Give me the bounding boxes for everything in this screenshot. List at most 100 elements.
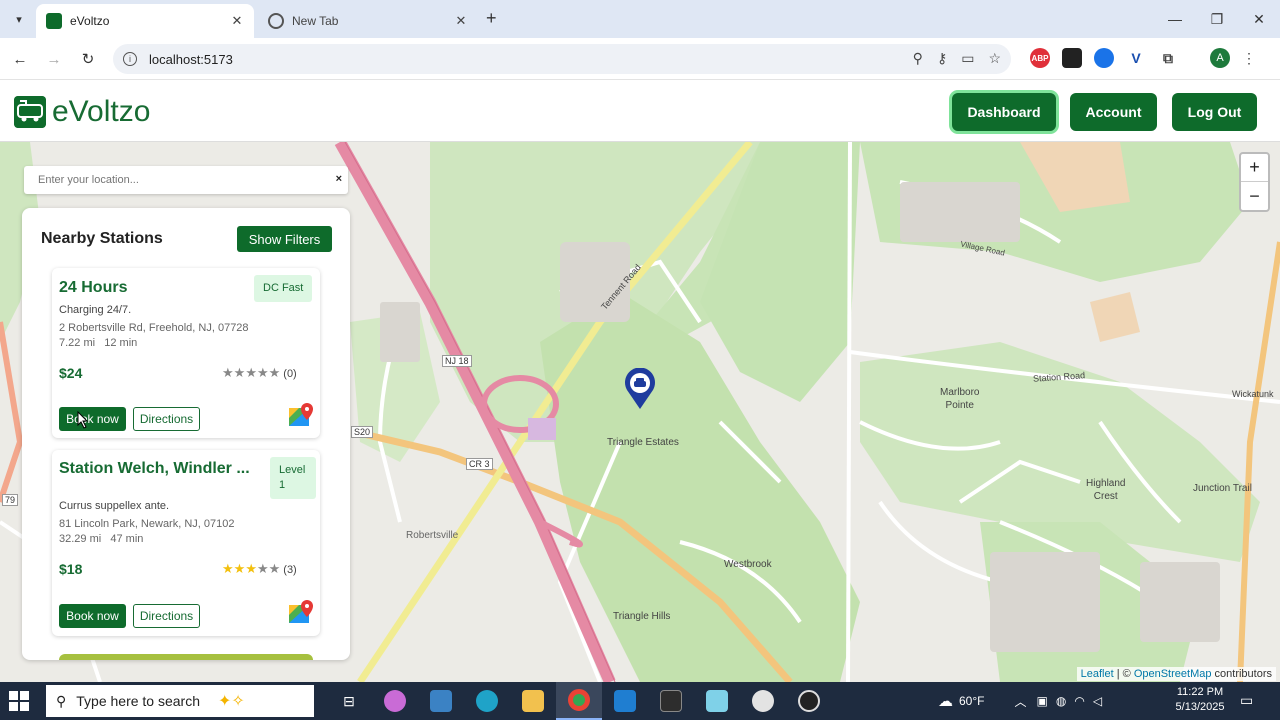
search-icon: ⚲	[56, 692, 67, 709]
forward-arrow-icon[interactable]: →	[44, 49, 64, 69]
chrome-icon[interactable]	[556, 682, 602, 720]
copilot-icon[interactable]	[372, 682, 418, 720]
location-search-input[interactable]	[38, 174, 318, 186]
osm-link[interactable]: OpenStreetMap	[1134, 668, 1212, 680]
network-wifi-icon[interactable]: ◠	[1074, 694, 1084, 708]
minimize-icon[interactable]: —	[1154, 0, 1196, 38]
tray-app-icon[interactable]: ▣	[1037, 694, 1048, 708]
taskbar-apps: ⊟	[326, 682, 832, 720]
station-description: Charging 24/7.	[59, 304, 132, 316]
site-info-icon[interactable]: i	[123, 52, 137, 66]
book-now-button[interactable]: Book now	[59, 407, 126, 431]
clear-search-icon[interactable]: ×	[336, 173, 342, 185]
volume-icon[interactable]: ◁	[1093, 694, 1102, 708]
directions-button[interactable]: Directions	[133, 604, 200, 628]
recorder-icon[interactable]	[786, 682, 832, 720]
zoom-out-button[interactable]: −	[1241, 182, 1268, 210]
tab-evoltzo[interactable]: eVoltzo ✕	[36, 4, 254, 38]
adblock-extension-icon[interactable]: ABP	[1030, 48, 1050, 68]
windows-start-icon[interactable]	[8, 690, 30, 712]
restore-icon[interactable]: ❐	[1196, 0, 1238, 38]
account-button[interactable]: Account	[1070, 93, 1157, 131]
station-marker-icon[interactable]	[623, 368, 657, 410]
weather-temp[interactable]: 60°F	[959, 694, 984, 708]
location-pin-icon[interactable]: ⚲	[913, 50, 923, 67]
search-highlight-icon: ✦✧	[218, 693, 245, 710]
browser-tab-bar: ▾ eVoltzo ✕ New Tab ✕ + — ❐ ✕	[0, 0, 1280, 38]
weather-cloud-icon[interactable]: ☁	[938, 692, 953, 710]
password-key-icon[interactable]: ⚷	[937, 50, 947, 67]
attribution-separator: | ©	[1113, 668, 1134, 680]
mouse-cursor-icon	[77, 411, 89, 429]
tray-chevron-icon[interactable]: ︿	[1014, 693, 1026, 710]
system-tray: ☁ 60°F ︿ ▣ ◍ ◠ ◁	[938, 682, 1102, 720]
browser-toolbar: ← → ↻ i localhost:5173 ⚲ ⚷ ▭ ☆ ABP V ⧉ A…	[0, 38, 1280, 80]
bookmark-star-icon[interactable]: ☆	[988, 50, 1001, 67]
tray-meet-icon[interactable]: ◍	[1056, 694, 1066, 708]
app-logo[interactable]: eVoltzo	[14, 95, 150, 129]
close-tab-icon[interactable]: ✕	[228, 13, 246, 29]
clock-date: 5/13/2025	[1175, 701, 1225, 713]
leaflet-link[interactable]: Leaflet	[1081, 668, 1114, 680]
star-icon: ★	[222, 365, 234, 380]
map-label-highland-crest: Highland Crest	[1086, 477, 1125, 503]
close-tab-icon[interactable]: ✕	[452, 13, 470, 29]
notifications-icon[interactable]: ▭	[1240, 692, 1258, 710]
clock-time: 11:22 PM	[1176, 686, 1224, 698]
duration-value: 47 min	[110, 533, 144, 545]
star-icon: ★	[268, 561, 281, 576]
task-view-icon[interactable]: ⊟	[326, 682, 372, 720]
star-rating: ★★★★★ (0)	[222, 365, 297, 381]
browser-menu-icon[interactable]: ⋮	[1242, 50, 1256, 67]
extension-grid-icon[interactable]	[1062, 48, 1082, 68]
zoom-in-button[interactable]: +	[1241, 154, 1268, 182]
google-maps-icon[interactable]	[288, 599, 314, 625]
map-label-robertsville: Robertsville	[406, 530, 459, 541]
tab-title: eVoltzo	[70, 14, 110, 28]
close-window-icon[interactable]: ✕	[1238, 0, 1280, 38]
station-price: $18	[59, 561, 83, 577]
logout-button[interactable]: Log Out	[1172, 93, 1257, 131]
new-tab-plus-icon[interactable]: +	[486, 8, 497, 29]
vscode-icon[interactable]	[602, 682, 648, 720]
extensions-puzzle-icon[interactable]: ⧉	[1158, 48, 1178, 68]
taskbar-search-placeholder: Type here to search	[76, 693, 201, 709]
file-explorer-icon[interactable]	[510, 682, 556, 720]
directions-button[interactable]: Directions	[133, 407, 200, 431]
tab-new-tab[interactable]: New Tab ✕	[258, 4, 478, 38]
profile-avatar[interactable]: A	[1210, 48, 1230, 68]
taskbar-clock[interactable]: 11:22 PM 5/13/2025	[1170, 685, 1230, 715]
review-count: (3)	[283, 564, 297, 576]
reload-icon[interactable]: ↻	[78, 49, 98, 69]
edge-icon[interactable]	[464, 682, 510, 720]
terminal-icon[interactable]	[648, 682, 694, 720]
extension-v-icon[interactable]: V	[1126, 48, 1146, 68]
charger-type-badge: Level 1	[270, 457, 316, 499]
back-arrow-icon[interactable]: ←	[10, 49, 30, 69]
book-now-button[interactable]: Book now	[59, 604, 126, 628]
show-filters-button[interactable]: Show Filters	[237, 226, 332, 252]
map-label-route-79: 79	[2, 494, 19, 506]
paint-icon[interactable]	[740, 682, 786, 720]
dashboard-button[interactable]: Dashboard	[952, 93, 1056, 131]
station-card[interactable]: 24 Hours DC Fast Charging 24/7. 2 Robert…	[52, 268, 320, 438]
window-controls: — ❐ ✕	[1154, 0, 1280, 38]
tab-search-chevron-icon[interactable]: ▾	[8, 8, 30, 30]
store-icon[interactable]	[418, 682, 464, 720]
google-maps-icon[interactable]	[288, 402, 314, 428]
location-search: ×	[24, 166, 348, 194]
star-icon: ★	[245, 561, 257, 576]
address-bar[interactable]: i localhost:5173 ⚲ ⚷ ▭ ☆	[113, 44, 1011, 74]
notepad-icon[interactable]	[694, 682, 740, 720]
label-line: Highland	[1086, 478, 1126, 489]
tab-title: New Tab	[292, 14, 339, 28]
star-icon: ★	[222, 561, 234, 576]
distance-value: 7.22 mi	[59, 337, 96, 349]
payment-card-icon[interactable]: ▭	[961, 50, 974, 67]
taskbar-search[interactable]: ⚲ Type here to search ✦✧	[46, 685, 314, 717]
extension-blue-icon[interactable]	[1094, 48, 1114, 68]
map-label-junction-trail: Junction Trail	[1193, 483, 1252, 494]
station-card[interactable]: Station Welch, Windler ... Level 1 Curru…	[52, 450, 320, 636]
map-label-triangle-hills: Triangle Hills	[613, 611, 671, 622]
station-name: 24 Hours	[59, 279, 128, 296]
